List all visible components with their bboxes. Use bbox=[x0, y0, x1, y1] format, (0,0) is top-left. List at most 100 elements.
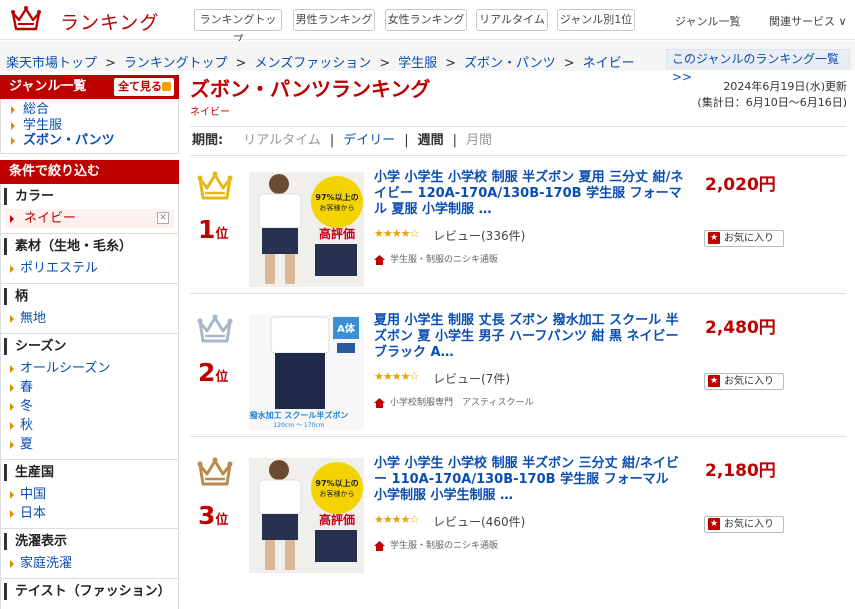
nav-genre-top[interactable]: ジャンル別1位 bbox=[557, 9, 635, 31]
shop-name[interactable]: 小学校制服専門 アスティスクール bbox=[374, 395, 533, 408]
genre-item-all[interactable]: 総合 bbox=[1, 102, 178, 118]
silver-crown-icon bbox=[197, 314, 233, 343]
filter-section-title: 生産国 bbox=[4, 463, 178, 481]
updated-date: 2024年6月19日(水)更新 bbox=[723, 80, 847, 93]
period-label: 期間: bbox=[192, 133, 224, 148]
filter-item-plain[interactable]: 無地 bbox=[1, 309, 178, 328]
favorite-button[interactable]: お気に入り bbox=[704, 230, 784, 247]
breadcrumb: 楽天市場トップ > ランキングトップ > メンズファッション > 学生服 > ズボン・パンツ > ネ… bbox=[6, 56, 635, 71]
breadcrumb-school-uniform[interactable]: 学生服 bbox=[398, 56, 437, 71]
filter-item-home-wash[interactable]: 家庭洗濯 bbox=[1, 554, 178, 573]
nav-genre-list[interactable]: ジャンル一覧 bbox=[675, 13, 740, 29]
breadcrumb-navy[interactable]: ネイビー bbox=[583, 56, 635, 71]
breadcrumb-ranking-top[interactable]: ランキングトップ bbox=[124, 56, 228, 71]
filter-item-summer[interactable]: 夏 bbox=[1, 435, 178, 454]
genre-list-header: ジャンル一覧 全て見る bbox=[0, 75, 179, 99]
filter-item-winter[interactable]: 冬 bbox=[1, 397, 178, 416]
filter-washing: 洗濯表示 家庭洗濯 bbox=[0, 528, 179, 579]
nav-ranking-top[interactable]: ランキングトップ bbox=[194, 9, 282, 46]
review-count-link[interactable]: レビュー(7件) bbox=[433, 370, 510, 387]
svg-text:お客様から: お客様から bbox=[320, 203, 355, 212]
genre-ranking-list-link[interactable]: このジャンルのランキング一覧 >> bbox=[666, 49, 850, 84]
breadcrumb-pants[interactable]: ズボン・パンツ bbox=[464, 56, 556, 71]
review-count-link[interactable]: レビュー(460件) bbox=[433, 513, 525, 530]
filter-item-spring[interactable]: 春 bbox=[1, 378, 178, 397]
filter-item-navy-selected[interactable]: ネイビー ✕ bbox=[5, 208, 174, 228]
ranking-item: 3位 97%以上の お客様から 高評価 小学 小学生 小学校 制服 半ズボン 三… bbox=[190, 443, 846, 580]
filter-season: シーズン オールシーズン 春 冬 秋 夏 bbox=[0, 333, 179, 460]
filter-section-title: シーズン bbox=[4, 337, 178, 355]
svg-text:A体: A体 bbox=[337, 322, 356, 335]
sidebar: ジャンル一覧 全て見る 総合 学生服 ズボン・パンツ 条件で絞り込む カラー ネ… bbox=[0, 75, 179, 609]
tab-realtime[interactable]: リアルタイム bbox=[243, 133, 321, 148]
view-all-button[interactable]: 全て見る bbox=[114, 78, 174, 96]
shop-icon bbox=[374, 397, 385, 408]
genre-item-pants[interactable]: ズボン・パンツ bbox=[1, 133, 178, 149]
filter-section-title: 素材（生地・毛糸） bbox=[4, 237, 178, 255]
filter-item-japan[interactable]: 日本 bbox=[1, 504, 178, 523]
rank-number: 1位 bbox=[198, 215, 229, 244]
svg-text:97%以上の: 97%以上の bbox=[315, 192, 358, 202]
filter-item-china[interactable]: 中国 bbox=[1, 485, 178, 504]
product-price: 2,020円 bbox=[705, 175, 776, 195]
product-image[interactable]: 97%以上の お客様から 高評価 bbox=[249, 458, 364, 573]
breadcrumb-rakuten-top[interactable]: 楽天市場トップ bbox=[6, 56, 97, 71]
nav-realtime[interactable]: リアルタイム bbox=[476, 9, 548, 31]
rank-number: 2位 bbox=[198, 358, 229, 387]
shop-icon bbox=[374, 254, 385, 265]
nav-female-ranking[interactable]: 女性ランキング bbox=[385, 9, 467, 31]
page-subtitle: ネイビー bbox=[190, 107, 230, 118]
shop-name[interactable]: 学生服・制服のニシキ通販 bbox=[374, 538, 498, 551]
plus-icon bbox=[162, 82, 171, 91]
filter-section-title: 柄 bbox=[4, 287, 178, 305]
product-price: 2,180円 bbox=[705, 461, 776, 481]
period-tabs: 期間: リアルタイム | デイリー | 週間 | 月間 bbox=[190, 126, 846, 156]
breadcrumb-mens-fashion[interactable]: メンズファッション bbox=[254, 56, 371, 71]
filter-item-all-season[interactable]: オールシーズン bbox=[1, 359, 178, 378]
update-info: 2024年6月19日(水)更新 (集計日：6月10日〜6月16日) bbox=[697, 79, 847, 111]
tab-monthly[interactable]: 月間 bbox=[466, 133, 492, 148]
page-title: ズボン・パンツランキング bbox=[190, 77, 431, 101]
filter-section-title: カラー bbox=[4, 187, 178, 205]
clear-filter-icon[interactable]: ✕ bbox=[157, 211, 169, 224]
favorite-button[interactable]: お気に入り bbox=[704, 516, 784, 533]
rank-number: 3位 bbox=[198, 501, 229, 530]
product-price: 2,480円 bbox=[705, 318, 776, 338]
header: ランキング ランキングトップ 男性ランキング 女性ランキング リアルタイム ジャ… bbox=[0, 0, 855, 46]
bronze-crown-icon bbox=[197, 457, 233, 486]
product-name-link[interactable]: 小学 小学生 小学校 制服 半ズボン 夏用 三分丈 紺/ネイビー 120A-17… bbox=[374, 170, 684, 218]
filter-section-title: テイスト（ファッション） bbox=[4, 582, 178, 600]
filter-panel: 条件で絞り込む カラー ネイビー ✕ 素材（生地・毛糸） ポリエステル 柄 無地 … bbox=[0, 159, 179, 609]
shop-name[interactable]: 学生服・制服のニシキ通販 bbox=[374, 252, 498, 265]
svg-text:高評価: 高評価 bbox=[319, 512, 355, 527]
svg-text:お客様から: お客様から bbox=[320, 489, 355, 498]
svg-text:97%以上の: 97%以上の bbox=[315, 478, 358, 488]
genre-item-school-uniform[interactable]: 学生服 bbox=[1, 118, 178, 134]
ranking-item: 2位 A体 撥水加工 スクール半ズボン 120cm ～ 170cm 夏用 小学生… bbox=[190, 300, 846, 437]
review-count-link[interactable]: レビュー(336件) bbox=[433, 227, 525, 244]
crown-logo-icon[interactable] bbox=[10, 3, 42, 35]
rating-stars: ★★★★☆ bbox=[374, 370, 419, 383]
aggregation-range: (集計日：6月10日〜6月16日) bbox=[697, 96, 847, 109]
product-name-link[interactable]: 夏用 小学生 制服 丈長 ズボン 撥水加工 スクール 半ズボン 夏 小学生 男子… bbox=[374, 313, 684, 361]
filter-section-title: 洗濯表示 bbox=[4, 532, 178, 550]
filter-item-autumn[interactable]: 秋 bbox=[1, 416, 178, 435]
product-image[interactable]: A体 撥水加工 スクール半ズボン 120cm ～ 170cm bbox=[249, 315, 364, 430]
svg-text:撥水加工 スクール半ズボン: 撥水加工 スクール半ズボン bbox=[250, 410, 349, 420]
nav-related-services[interactable]: 関連サービス ∨ bbox=[769, 13, 847, 29]
ranking-item: 1位 97%以上の お客様から 高評価 小学 小学生 小学校 制服 半ズボン 夏… bbox=[190, 157, 846, 294]
filter-item-polyester[interactable]: ポリエステル bbox=[1, 259, 178, 278]
nav-male-ranking[interactable]: 男性ランキング bbox=[293, 9, 375, 31]
logo-text[interactable]: ランキング bbox=[60, 8, 159, 35]
svg-text:高評価: 高評価 bbox=[319, 226, 355, 241]
genre-list-title: ジャンル一覧 bbox=[9, 79, 87, 94]
tab-daily[interactable]: デイリー bbox=[343, 133, 395, 148]
filter-color: カラー ネイビー ✕ bbox=[0, 183, 179, 234]
tab-weekly[interactable]: 週間 bbox=[418, 133, 444, 148]
product-name-link[interactable]: 小学 小学生 小学校 制服 半ズボン 三分丈 紺/ネイビー 110A-170A/… bbox=[374, 456, 684, 504]
rating-stars: ★★★★☆ bbox=[374, 227, 419, 240]
product-image[interactable]: 97%以上の お客様から 高評価 bbox=[249, 172, 364, 287]
filter-header: 条件で絞り込む bbox=[0, 159, 179, 184]
favorite-button[interactable]: お気に入り bbox=[704, 373, 784, 390]
svg-text:120cm ～ 170cm: 120cm ～ 170cm bbox=[273, 422, 324, 429]
